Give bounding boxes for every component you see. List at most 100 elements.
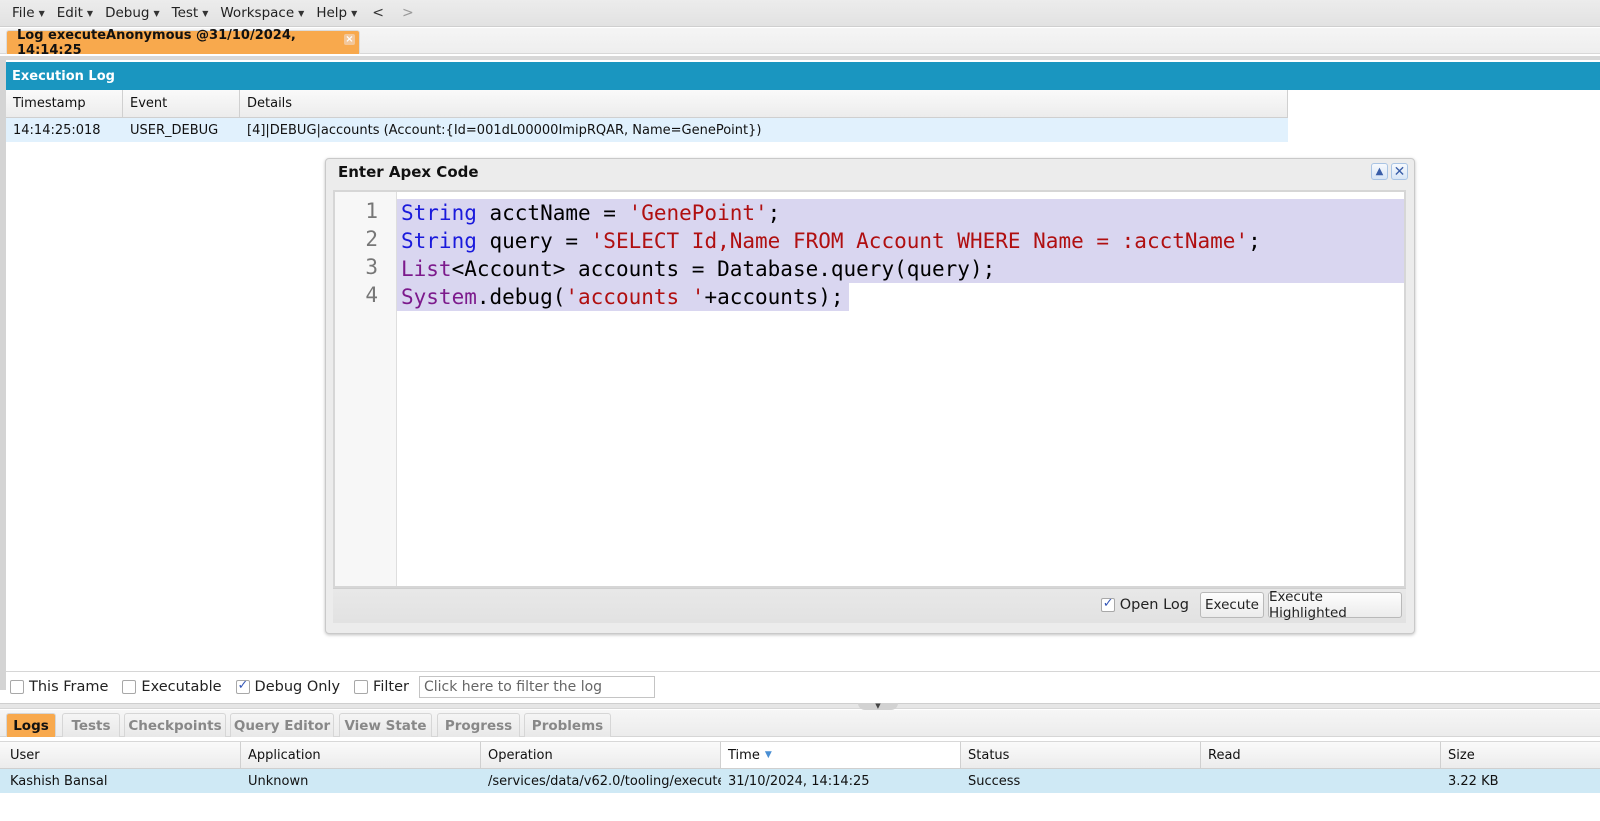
menu-help[interactable]: Help ▼ — [310, 0, 363, 26]
dialog-title: Enter Apex Code — [338, 163, 479, 181]
debug-only-checkbox[interactable]: Debug Only — [232, 678, 341, 695]
menu-workspace[interactable]: Workspace ▼ — [214, 0, 310, 26]
code-line: String query = 'SELECT Id,Name FROM Acco… — [401, 227, 1261, 255]
code-text: ; — [1248, 229, 1261, 253]
execute-highlighted-button[interactable]: Execute Highlighted — [1268, 589, 1402, 621]
close-icon[interactable]: ✕ — [1391, 163, 1408, 180]
line-number: 2 — [365, 227, 378, 251]
menu-edit[interactable]: Edit ▼ — [51, 0, 99, 26]
collapse-icon[interactable]: ▲ — [1371, 163, 1388, 180]
bottom-panel-tabs: Logs Tests Checkpoints Query Editor View… — [0, 710, 1600, 737]
line-number: 1 — [365, 199, 378, 223]
log-tab-label: Log executeAnonymous @31/10/2024, 14:14:… — [17, 27, 296, 58]
enter-apex-code-dialog: Enter Apex Code ▲ ✕ 1 2 3 4 String acctN… — [325, 158, 1415, 634]
back-button[interactable]: < — [363, 5, 393, 21]
column-timestamp[interactable]: Timestamp — [6, 90, 123, 117]
code-area[interactable]: String acctName = 'GenePoint'; String qu… — [397, 192, 1404, 586]
menu-test-label: Test — [171, 5, 199, 21]
tab-query-editor[interactable]: Query Editor — [230, 713, 334, 737]
this-frame-checkbox[interactable]: This Frame — [6, 679, 108, 695]
line-number: 3 — [365, 255, 378, 279]
column-time[interactable]: Time ▼ — [721, 742, 961, 768]
executable-checkbox[interactable]: Executable — [118, 679, 222, 695]
user-cell: Kashish Bansal — [10, 773, 108, 789]
logs-grid-row[interactable]: Kashish Bansal Unknown /services/data/v6… — [0, 769, 1600, 793]
this-frame-label: This Frame — [29, 679, 109, 695]
menu-help-label: Help — [316, 5, 348, 21]
panel-splitter[interactable] — [0, 703, 1600, 709]
menu-bar: File ▼ Edit ▼ Debug ▼ Test ▼ Workspace ▼ Help… — [0, 0, 1600, 27]
column-user[interactable]: User — [0, 742, 241, 768]
code-string: 'SELECT Id,Name FROM Account WHERE Name … — [590, 229, 1249, 253]
left-border — [0, 60, 6, 690]
column-event[interactable]: Event — [123, 90, 240, 117]
read-cell — [1201, 769, 1441, 793]
caret-down-icon: ▼ — [38, 8, 45, 18]
checkbox-icon[interactable] — [122, 680, 137, 694]
code-text: .debug( — [476, 285, 566, 309]
log-tab[interactable]: Log executeAnonymous @31/10/2024, 14:14:… — [6, 28, 360, 58]
code-string: 'GenePoint' — [628, 201, 768, 225]
line-number: 4 — [365, 283, 378, 307]
close-icon[interactable]: × — [344, 34, 355, 45]
column-details[interactable]: Details — [240, 90, 1288, 117]
tab-checkpoints[interactable]: Checkpoints — [124, 713, 226, 737]
column-application[interactable]: Application — [241, 742, 481, 768]
menu-test[interactable]: Test ▼ — [166, 0, 215, 26]
application-cell: Unknown — [248, 773, 309, 789]
menu-debug-label: Debug — [105, 5, 150, 21]
code-text: query = — [476, 229, 591, 253]
column-time-label: Time — [728, 747, 760, 763]
sort-descending-icon: ▼ — [764, 750, 772, 760]
menu-workspace-label: Workspace — [220, 5, 295, 21]
open-log-label: Open Log — [1119, 597, 1189, 613]
caret-down-icon: ▼ — [153, 8, 160, 18]
checkbox-icon[interactable] — [10, 680, 24, 694]
execution-log-columns: Timestamp Event Details — [6, 90, 1288, 118]
column-operation[interactable]: Operation — [481, 742, 721, 768]
operation-cell: /services/data/v62.0/tooling/execute... — [488, 773, 721, 789]
menu-debug[interactable]: Debug ▼ — [99, 0, 166, 26]
filter-checkbox[interactable]: Filter — [350, 679, 409, 695]
code-keyword: String — [401, 229, 477, 253]
log-filter-bar: This Frame Executable Debug Only Filter — [6, 672, 655, 702]
code-editor[interactable]: 1 2 3 4 String acctName = 'GenePoint'; S… — [333, 190, 1406, 588]
divider — [0, 56, 1600, 60]
code-class: List — [401, 257, 452, 281]
tab-logs[interactable]: Logs — [6, 713, 56, 737]
menu-file-label: File — [12, 5, 35, 21]
checkbox-checked-icon[interactable] — [235, 678, 250, 694]
logs-grid-columns: User Application Operation Time ▼ Status … — [0, 741, 1600, 769]
tab-progress[interactable]: Progress — [437, 713, 520, 737]
column-read[interactable]: Read — [1201, 742, 1441, 768]
tab-tests[interactable]: Tests — [62, 713, 120, 737]
column-status[interactable]: Status — [961, 742, 1201, 768]
collapse-panel-icon[interactable]: ▼ — [858, 703, 898, 710]
tab-problems[interactable]: Problems — [524, 713, 611, 737]
execute-button[interactable]: Execute — [1200, 592, 1264, 618]
code-class: System — [401, 285, 477, 309]
menu-file[interactable]: File ▼ — [6, 0, 51, 26]
caret-down-icon: ▼ — [298, 8, 305, 18]
filter-label: Filter — [373, 679, 409, 695]
code-line: System.debug('accounts '+accounts); — [401, 283, 844, 311]
checkbox-checked-icon[interactable] — [1100, 596, 1115, 612]
details-cell: [4]|DEBUG|accounts (Account:{Id=001dL000… — [247, 122, 762, 138]
code-text: ; — [767, 201, 781, 225]
executable-label: Executable — [141, 679, 222, 695]
code-string: 'accounts ' — [565, 285, 705, 309]
forward-button[interactable]: > — [393, 5, 423, 21]
time-cell: 31/10/2024, 14:14:25 — [728, 773, 870, 789]
open-log-checkbox[interactable]: Open Log — [1100, 596, 1189, 613]
tab-view-state[interactable]: View State — [339, 713, 432, 737]
debug-only-label: Debug Only — [254, 679, 341, 695]
code-line: List<Account> accounts = Database.query(… — [401, 255, 995, 283]
column-size[interactable]: Size — [1441, 742, 1600, 768]
filter-log-input[interactable] — [418, 676, 655, 698]
editor-tab-strip: Log executeAnonymous @31/10/2024, 14:14:… — [0, 28, 1600, 58]
checkbox-icon[interactable] — [354, 680, 369, 694]
caret-down-icon: ▼ — [86, 8, 94, 18]
code-keyword: String — [401, 201, 477, 225]
dialog-footer: Open Log Execute Execute Highlighted — [333, 588, 1406, 623]
execution-log-row[interactable]: 14:14:25:018 USER_DEBUG [4]|DEBUG|accoun… — [6, 118, 1288, 142]
